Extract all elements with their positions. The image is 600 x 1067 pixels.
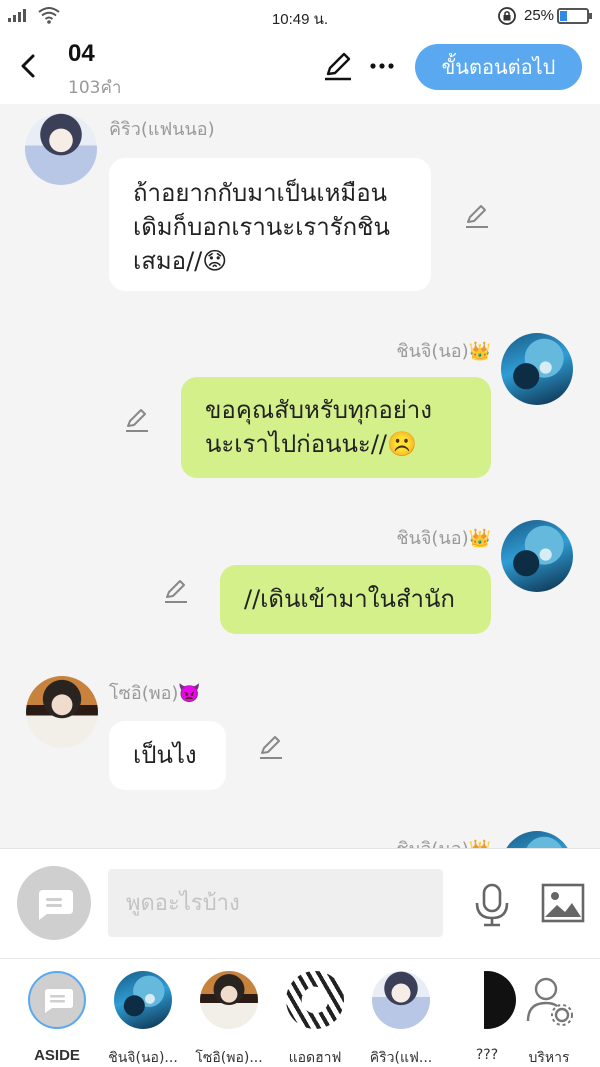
cast-label: บริหาร bbox=[528, 1050, 570, 1066]
composer-bar bbox=[0, 848, 600, 958]
aside-toggle-button[interactable] bbox=[17, 866, 91, 940]
message-line: ถ้าอยากกับมาเป็นเหมือน bbox=[133, 179, 388, 207]
message-line: //เดินเข้ามาในสำนัก bbox=[244, 585, 455, 613]
sender-name: ชินจิ(นอ)👑 bbox=[396, 528, 491, 549]
edit-message-icon[interactable] bbox=[463, 202, 491, 230]
character-bar: ASIDE ชินจิ(นอ)... โซอิ(พอ)... แอดฮาฟ คิ… bbox=[0, 958, 600, 1067]
edit-message-icon[interactable] bbox=[123, 406, 151, 434]
chinji-avatar[interactable] bbox=[501, 831, 573, 848]
message-line: เป็นไง bbox=[133, 741, 197, 769]
manga-avatar bbox=[286, 971, 344, 1029]
cast-label: ASIDE bbox=[34, 1047, 80, 1064]
chat-area[interactable]: คิริว(แฟนนอ) ถ้าอยากกับมาเป็นเหมือน เดิม… bbox=[0, 104, 600, 848]
message-bubble[interactable]: ถ้าอยากกับมาเป็นเหมือน เดิมก็บอกเรานะเรา… bbox=[109, 158, 431, 291]
sender-name: โซอิ(พอ)👿 bbox=[109, 683, 201, 704]
cast-chinji[interactable]: ชินจิ(นอ)... bbox=[100, 969, 186, 1066]
next-step-button[interactable]: ขั้นตอนต่อไป bbox=[415, 44, 582, 90]
microphone-icon[interactable] bbox=[472, 883, 512, 927]
chinji-avatar[interactable] bbox=[501, 333, 573, 405]
image-icon[interactable] bbox=[541, 883, 585, 923]
edit-message-icon[interactable] bbox=[162, 577, 190, 605]
battery-icon bbox=[557, 8, 592, 24]
cast-kiriw[interactable]: คิริว(แฟ... bbox=[358, 969, 444, 1066]
back-arrow-icon[interactable] bbox=[16, 52, 40, 80]
message-line: ขอคุณสับหรับทุกอย่าง bbox=[205, 396, 432, 424]
episode-title: 04 bbox=[68, 40, 95, 67]
cast-label: คิริว(แฟ... bbox=[369, 1050, 433, 1066]
cast-soi[interactable]: โซอิ(พอ)... bbox=[186, 969, 272, 1066]
message-bubble[interactable]: เป็นไง bbox=[109, 721, 226, 790]
cast-manage[interactable]: บริหาร bbox=[506, 969, 592, 1066]
cast-label: โซอิ(พอ)... bbox=[195, 1050, 263, 1066]
sender-name: ชินจิ(นอ)👑 bbox=[396, 341, 491, 362]
sender-name: คิริว(แฟนนอ) bbox=[109, 119, 215, 140]
edit-message-icon[interactable] bbox=[257, 733, 285, 761]
person-gear-icon bbox=[526, 977, 573, 1026]
edit-pencil-icon[interactable] bbox=[322, 50, 354, 82]
chat-bubble-icon bbox=[39, 890, 73, 920]
message-line: เดิมก็บอกเรานะเรารักชิน bbox=[133, 213, 390, 241]
kiriw-avatar[interactable] bbox=[25, 113, 97, 185]
status-bar: 10:49 น. 25% bbox=[0, 0, 600, 32]
soi-avatar[interactable] bbox=[26, 676, 98, 748]
chinji-avatar bbox=[114, 971, 172, 1029]
story-header: 04 103คำ ขั้นตอนต่อไป bbox=[0, 32, 600, 104]
cast-aside[interactable]: ASIDE bbox=[14, 969, 100, 1064]
message-bubble[interactable]: ขอคุณสับหรับทุกอย่าง นะเราไปก่อนนะ//☹️ bbox=[181, 377, 491, 478]
word-count: 103คำ bbox=[68, 78, 122, 98]
message-bubble[interactable]: //เดินเข้ามาในสำนัก bbox=[220, 565, 491, 634]
message-line: นะเราไปก่อนนะ//☹️ bbox=[205, 430, 417, 458]
more-options-icon[interactable] bbox=[366, 50, 398, 82]
message-line: เสมอ//😟 bbox=[133, 247, 228, 275]
soi-avatar bbox=[200, 971, 258, 1029]
chinji-avatar[interactable] bbox=[501, 520, 573, 592]
battery-percent: 25% bbox=[524, 7, 555, 24]
aside-chat-icon bbox=[28, 971, 86, 1029]
sender-name: ชินจิ(นอ)👑 bbox=[396, 834, 491, 848]
message-input[interactable] bbox=[108, 869, 443, 937]
rotation-lock-icon bbox=[498, 7, 516, 25]
cast-label: แอดฮาฟ bbox=[288, 1050, 342, 1066]
kiriw-avatar bbox=[372, 971, 430, 1029]
cast-label: ชินจิ(นอ)... bbox=[108, 1050, 178, 1066]
cast-adhaf[interactable]: แอดฮาฟ bbox=[272, 969, 358, 1066]
